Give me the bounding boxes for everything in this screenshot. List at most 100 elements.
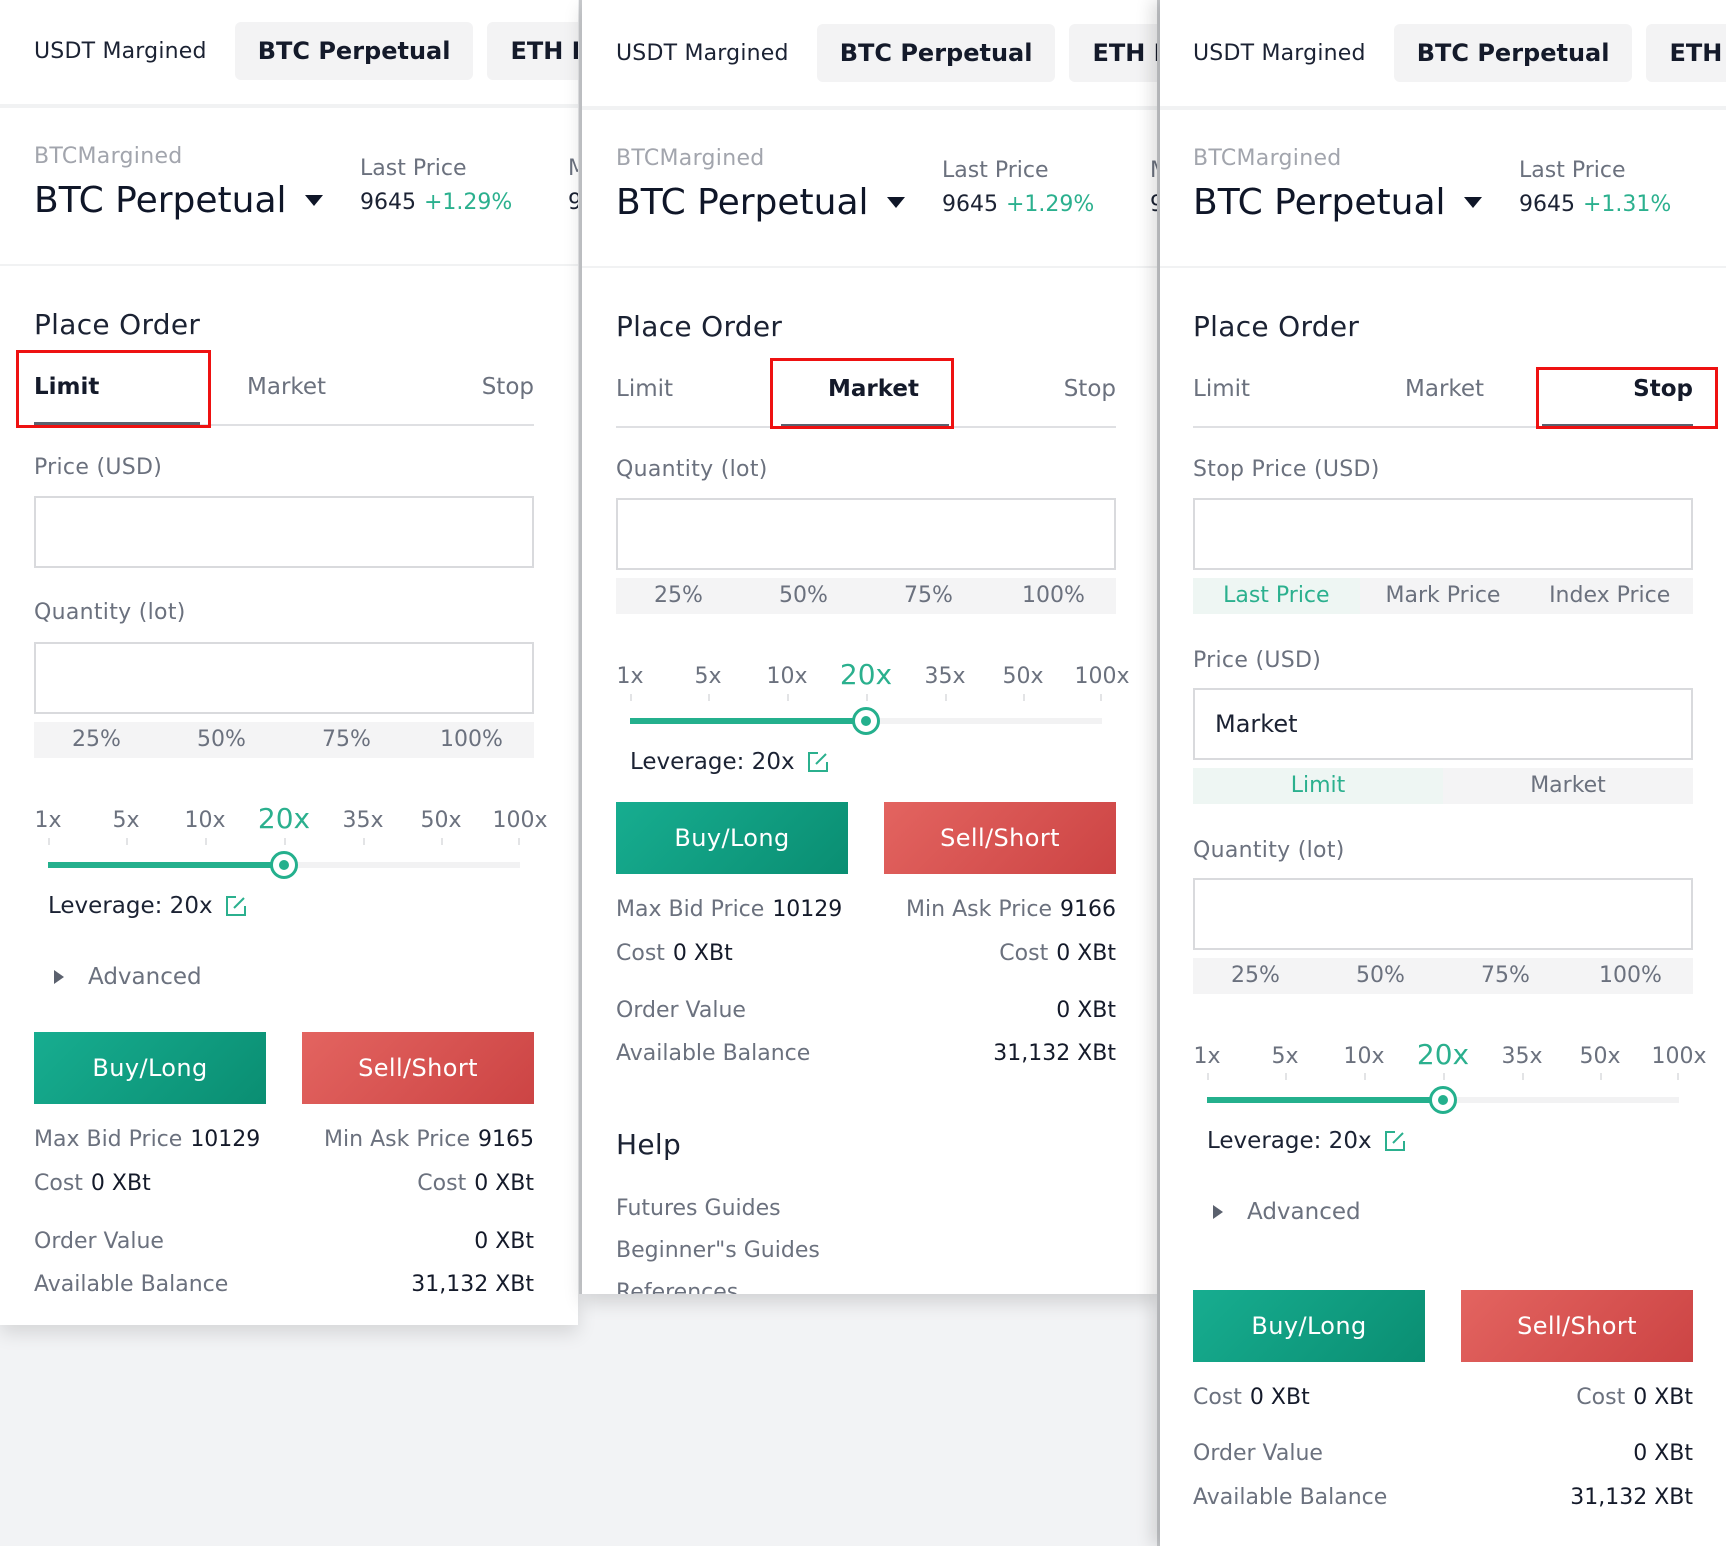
leverage-1x[interactable]: 1x	[34, 808, 61, 833]
quantity-input[interactable]	[616, 498, 1116, 570]
buy-cost-value: 0 XBt	[90, 1171, 151, 1196]
symbol-selector[interactable]: BTC Perpetual	[616, 182, 905, 223]
percent-100[interactable]: 100%	[991, 578, 1116, 614]
nav-usdt-margined[interactable]: USDT Margined	[1193, 41, 1366, 66]
percent-50[interactable]: 50%	[1318, 958, 1443, 994]
leverage-slider[interactable]	[630, 694, 1102, 735]
tab-limit[interactable]: Limit	[1193, 376, 1250, 402]
leverage-slider-handle[interactable]	[1429, 1086, 1457, 1114]
leverage-slider[interactable]	[48, 838, 520, 879]
edit-icon[interactable]	[1384, 1130, 1406, 1152]
symbol-selector[interactable]: BTC Perpetual	[1193, 182, 1482, 223]
leverage-10x[interactable]: 10x	[1343, 1044, 1384, 1069]
buy-cost-value: 0 XBt	[1249, 1385, 1310, 1410]
quantity-input[interactable]	[1193, 878, 1693, 950]
leverage-35x[interactable]: 35x	[342, 808, 383, 833]
leverage-1x[interactable]: 1x	[616, 664, 643, 689]
order-value-label: Order Value	[616, 998, 746, 1023]
cost-row: Cost 0 XBt Cost 0 XBt	[616, 941, 1116, 966]
help-link-futures-guides[interactable]: Futures Guides	[616, 1196, 781, 1221]
sell-short-button[interactable]: Sell/Short	[1461, 1290, 1693, 1362]
nav-usdt-margined[interactable]: USDT Margined	[34, 39, 207, 64]
advanced-toggle[interactable]: Advanced	[1193, 1199, 1361, 1225]
nav-eth-perpetual[interactable]: ETH Perp	[487, 22, 578, 80]
buy-long-button[interactable]: Buy/Long	[616, 802, 848, 874]
percent-25[interactable]: 25%	[1193, 958, 1318, 994]
buy-long-button[interactable]: Buy/Long	[1193, 1290, 1425, 1362]
percent-100[interactable]: 100%	[409, 722, 534, 758]
trigger-last-price[interactable]: Last Price	[1193, 578, 1360, 614]
stop-price-input[interactable]	[1193, 498, 1693, 570]
percent-100[interactable]: 100%	[1568, 958, 1693, 994]
nav-eth-perpetual[interactable]: ETH Perp	[1069, 24, 1157, 82]
nav-usdt-margined[interactable]: USDT Margined	[616, 41, 789, 66]
symbol-subtitle: BTCMargined	[1193, 146, 1342, 171]
edit-icon[interactable]	[225, 895, 247, 917]
leverage-5x[interactable]: 5x	[1271, 1044, 1298, 1069]
leverage-50x[interactable]: 50x	[1579, 1044, 1620, 1069]
percent-75[interactable]: 75%	[1443, 958, 1568, 994]
stop-price-label: Stop Price (USD)	[1193, 457, 1380, 482]
edit-icon[interactable]	[807, 751, 829, 773]
price-type-market[interactable]: Market	[1443, 768, 1693, 804]
price-input[interactable]	[34, 496, 534, 568]
leverage-35x[interactable]: 35x	[1501, 1044, 1542, 1069]
leverage-20x[interactable]: 20x	[258, 802, 310, 835]
nav-btc-perpetual[interactable]: BTC Perpetual	[816, 24, 1056, 82]
sell-short-button[interactable]: Sell/Short	[302, 1032, 534, 1104]
tab-limit[interactable]: Limit	[616, 376, 673, 402]
leverage-5x[interactable]: 5x	[694, 664, 721, 689]
leverage-readout: Leverage: 20x	[1207, 1128, 1406, 1154]
percent-75[interactable]: 75%	[866, 578, 991, 614]
price-type-limit[interactable]: Limit	[1193, 768, 1443, 804]
percent-50[interactable]: 50%	[159, 722, 284, 758]
leverage-1x[interactable]: 1x	[1193, 1044, 1220, 1069]
price-limits-row: Max Bid Price 10129 Min Ask Price 9165	[34, 1127, 534, 1152]
percent-25[interactable]: 25%	[34, 722, 159, 758]
leverage-100x[interactable]: 100x	[1074, 664, 1129, 689]
leverage-100x[interactable]: 100x	[492, 808, 547, 833]
leverage-20x[interactable]: 20x	[1417, 1038, 1469, 1071]
percent-75[interactable]: 75%	[284, 722, 409, 758]
leverage-5x[interactable]: 5x	[112, 808, 139, 833]
leverage-slider-handle[interactable]	[852, 707, 880, 735]
tab-market[interactable]: Market	[1405, 376, 1484, 402]
buy-long-button[interactable]: Buy/Long	[34, 1032, 266, 1104]
help-link-beginners-guides[interactable]: Beginner"s Guides	[616, 1238, 820, 1263]
leverage-50x[interactable]: 50x	[420, 808, 461, 833]
tab-market[interactable]: Market	[247, 374, 326, 400]
leverage-10x[interactable]: 10x	[766, 664, 807, 689]
tab-stop[interactable]: Stop	[1064, 376, 1116, 402]
leverage-20x[interactable]: 20x	[840, 658, 892, 691]
mark-price-value-cut: 9	[1150, 192, 1157, 217]
tab-stop[interactable]: Stop	[482, 374, 534, 400]
available-balance-label: Available Balance	[616, 1041, 811, 1066]
advanced-toggle[interactable]: Advanced	[34, 964, 202, 990]
symbol-selector[interactable]: BTC Perpetual	[34, 180, 323, 221]
last-price-value: 9645	[360, 190, 416, 215]
help-link-references[interactable]: References	[616, 1280, 738, 1294]
trigger-index-price[interactable]: Index Price	[1526, 578, 1693, 614]
leverage-slider[interactable]	[1207, 1073, 1679, 1114]
quantity-input[interactable]	[34, 642, 534, 714]
leverage-35x[interactable]: 35x	[924, 664, 965, 689]
order-value: 0 XBt	[1056, 998, 1116, 1023]
nav-btc-perpetual[interactable]: BTC Perpetual	[1393, 24, 1633, 82]
min-ask-label: Min Ask Price	[906, 897, 1052, 922]
highlight-box	[1536, 367, 1718, 429]
leverage-100x[interactable]: 100x	[1651, 1044, 1706, 1069]
price-input[interactable]: Market	[1193, 688, 1693, 760]
last-price-label: Last Price	[1519, 158, 1626, 183]
nav-eth-perpetual[interactable]: ETH Perp	[1646, 24, 1726, 82]
sell-short-button[interactable]: Sell/Short	[884, 802, 1116, 874]
leverage-slider-handle[interactable]	[270, 851, 298, 879]
min-ask-value: 9165	[478, 1127, 534, 1152]
leverage-50x[interactable]: 50x	[1002, 664, 1043, 689]
mark-price-label-cut: M	[568, 156, 578, 181]
price-change: +1.31%	[1583, 192, 1672, 217]
percent-25[interactable]: 25%	[616, 578, 741, 614]
percent-50[interactable]: 50%	[741, 578, 866, 614]
trigger-mark-price[interactable]: Mark Price	[1360, 578, 1527, 614]
leverage-10x[interactable]: 10x	[184, 808, 225, 833]
nav-btc-perpetual[interactable]: BTC Perpetual	[234, 22, 474, 80]
